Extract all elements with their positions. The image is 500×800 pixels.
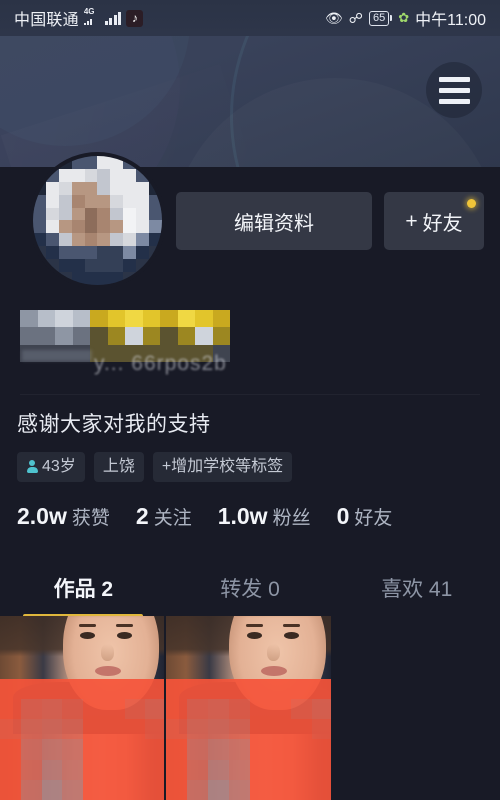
battery-level-label: 65 (368, 10, 390, 26)
thumbnail-caption-pixelated-1 (0, 679, 166, 800)
notification-dot-icon (467, 199, 476, 208)
power-saving-leaf-icon: ✿ (398, 10, 410, 25)
avatar-pixelated-image (33, 156, 162, 285)
stat-following-value: 2 (135, 503, 149, 529)
plus-icon: + (405, 209, 418, 233)
tag-location-label: 上饶 (102, 458, 135, 475)
profile-banner (0, 36, 500, 167)
profile-name-text: y... 66rpos2b (94, 352, 227, 375)
tag-age-label: 43岁 (42, 458, 76, 475)
add-friend-label: 好友 (422, 212, 463, 235)
edit-profile-button[interactable]: 编辑资料 (176, 192, 372, 250)
status-bar-left: 中国联通 4G ♪ (14, 6, 144, 30)
hamburger-menu-icon[interactable] (426, 62, 482, 118)
thumbnail-caption-pixelated-2 (166, 679, 333, 800)
stat-friends-label: 好友 (354, 508, 393, 529)
status-bar: 中国联通 4G ♪ 👁 ☍ 65 ✿ 中午11:00 (0, 0, 500, 36)
tab-works-label: 作品 2 (53, 578, 114, 601)
status-bar-right: 👁 ☍ 65 ✿ 中午11:00 (325, 6, 486, 30)
video-thumbnail-1[interactable] (0, 616, 166, 800)
video-grid (0, 616, 500, 800)
profile-name: y... 66rpos2b (14, 300, 314, 375)
stat-likes[interactable]: 2.0w 获赞 (17, 503, 110, 530)
stat-friends-value: 0 (336, 503, 350, 529)
phone-screen: 中国联通 4G ♪ 👁 ☍ 65 ✿ 中午11:00 编辑资料 + 好友 y..… (0, 0, 500, 800)
profile-tags: 43岁 上饶 +增加学校等标签 (17, 452, 293, 482)
profile-bio[interactable]: 感谢大家对我的支持 (17, 408, 211, 438)
content-tabs: 作品 2 转发 0 喜欢 41 (0, 565, 500, 618)
tab-likes[interactable]: 喜欢 41 (333, 565, 500, 615)
stat-likes-value: 2.0w (17, 503, 67, 529)
eye-protect-icon: 👁 (325, 9, 343, 26)
tag-location[interactable]: 上饶 (93, 452, 144, 482)
profile-name-blur-left (22, 350, 92, 361)
profile-stats: 2.0w 获赞 2 关注 1.0w 粉丝 0 好友 (17, 503, 392, 530)
stat-followers-label: 粉丝 (272, 508, 311, 529)
carrier-label: 中国联通 (14, 12, 79, 29)
add-friend-button[interactable]: + 好友 (384, 192, 484, 250)
bluetooth-icon: ☍ (348, 9, 363, 26)
battery-icon: 65 (368, 10, 393, 26)
profile-actions: 编辑资料 + 好友 (176, 192, 484, 250)
person-icon (26, 460, 38, 474)
stat-following[interactable]: 2 关注 (136, 503, 192, 530)
video-slot-empty (333, 616, 500, 800)
tab-works[interactable]: 作品 2 (0, 565, 167, 618)
tag-age[interactable]: 43岁 (17, 452, 85, 482)
tab-likes-label: 喜欢 41 (381, 578, 453, 601)
edit-profile-label: 编辑资料 (234, 212, 314, 235)
stat-following-label: 关注 (153, 508, 192, 529)
tab-reposts-label: 转发 0 (220, 578, 280, 601)
section-divider (20, 394, 480, 395)
tab-reposts[interactable]: 转发 0 (167, 565, 334, 615)
tiktok-note-icon: ♪ (126, 9, 144, 27)
signal-bars-icon (104, 11, 122, 25)
avatar[interactable] (29, 152, 166, 289)
stat-friends[interactable]: 0 好友 (337, 503, 393, 530)
clock-label: 中午11:00 (415, 12, 486, 29)
stat-followers[interactable]: 1.0w 粉丝 (218, 503, 311, 530)
stat-followers-value: 1.0w (217, 503, 268, 529)
tag-add-school[interactable]: +增加学校等标签 (152, 452, 293, 482)
tag-add-school-label: +增加学校等标签 (161, 458, 284, 475)
video-thumbnail-2[interactable] (166, 616, 333, 800)
stat-likes-label: 获赞 (71, 508, 110, 529)
network-4g-icon: 4G (83, 8, 100, 26)
